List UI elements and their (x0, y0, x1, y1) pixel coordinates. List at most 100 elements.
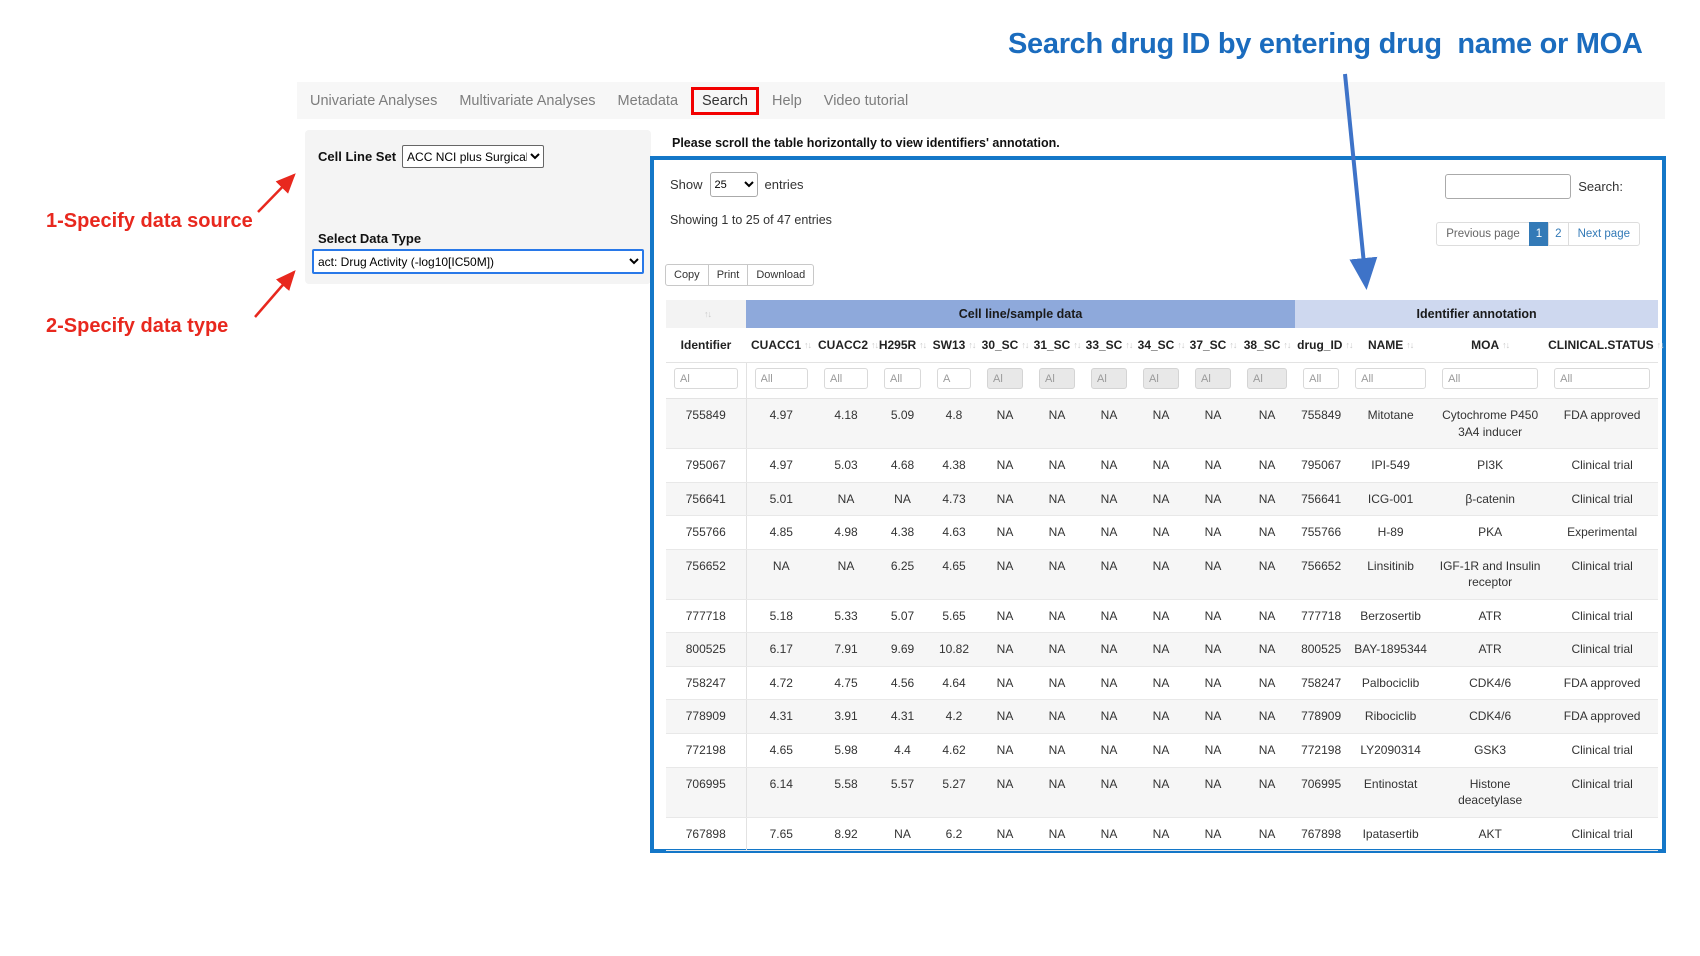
sort-icon[interactable]: ↑↓ (919, 340, 926, 350)
table-cell: Clinical trial (1546, 817, 1658, 851)
column-header-moa[interactable]: MOA↑↓ (1434, 328, 1546, 363)
table-cell: NA (1135, 767, 1187, 817)
sort-icon[interactable]: ↑↓ (1073, 340, 1080, 350)
sort-icon[interactable]: ↑↓ (1657, 340, 1664, 350)
sort-icon[interactable]: ↑↓ (1283, 340, 1290, 350)
column-header-34_sc[interactable]: 34_SC↑↓ (1135, 328, 1187, 363)
table-cell: 756641 (666, 482, 746, 516)
sort-icon[interactable]: ↑↓ (1345, 340, 1352, 350)
annotation-step2: 2-Specify data type (46, 315, 228, 338)
column-filter-input[interactable] (937, 368, 971, 389)
sort-icon[interactable]: ↑↓ (704, 309, 711, 319)
table-cell: NA (1187, 449, 1239, 483)
table-cell: NA (1135, 700, 1187, 734)
sort-icon[interactable]: ↑↓ (1125, 340, 1132, 350)
column-filter-input[interactable] (884, 368, 921, 389)
column-header-name[interactable]: NAME↑↓ (1347, 328, 1434, 363)
sort-icon[interactable]: ↑↓ (968, 340, 975, 350)
table-cell: NA (979, 599, 1031, 633)
column-filter-input[interactable] (824, 368, 868, 389)
column-filter-input[interactable] (1554, 368, 1650, 389)
entries-label: entries (765, 177, 804, 192)
table-cell: 9.69 (876, 633, 929, 667)
sort-icon[interactable]: ↑↓ (804, 340, 811, 350)
column-filter-input[interactable] (674, 368, 738, 389)
table-cell: NA (1031, 516, 1083, 550)
download-button[interactable]: Download (747, 264, 814, 286)
table-cell: 4.98 (816, 516, 876, 550)
table-row: 7557664.854.984.384.63NANANANANANA755766… (666, 516, 1658, 550)
nav-multivariate-analyses[interactable]: Multivariate Analyses (448, 87, 606, 115)
column-header-cuacc2[interactable]: CUACC2↑↓ (816, 328, 876, 363)
table-cell: 767898 (666, 817, 746, 851)
nav-search[interactable]: Search (691, 87, 759, 115)
table-cell: NA (1187, 599, 1239, 633)
identifier-sort-cell[interactable]: ↑↓ (666, 300, 746, 328)
nav-metadata[interactable]: Metadata (607, 87, 689, 115)
table-cell: CDK4/6 (1434, 666, 1546, 700)
sort-icon[interactable]: ↑↓ (871, 340, 878, 350)
column-filter-input (987, 368, 1023, 389)
sort-icon[interactable]: ↑↓ (1502, 340, 1509, 350)
column-header-33_sc[interactable]: 33_SC↑↓ (1083, 328, 1135, 363)
nav-univariate-analyses[interactable]: Univariate Analyses (299, 87, 448, 115)
column-header-clinical.status[interactable]: CLINICAL.STATUS↑↓ (1546, 328, 1658, 363)
table-cell: 5.65 (929, 599, 979, 633)
table-cell: 6.17 (746, 633, 816, 667)
column-header-drug_id[interactable]: drug_ID↑↓ (1295, 328, 1347, 363)
column-filter-input[interactable] (755, 368, 809, 389)
column-header-37_sc[interactable]: 37_SC↑↓ (1187, 328, 1239, 363)
table-cell: GSK3 (1434, 734, 1546, 768)
next-page-button[interactable]: Next page (1568, 222, 1640, 246)
column-filter-input[interactable] (1355, 368, 1426, 389)
page-2-button[interactable]: 2 (1548, 222, 1568, 246)
column-header-label: drug_ID (1297, 338, 1342, 352)
table-cell: NA (1187, 633, 1239, 667)
search-input[interactable] (1445, 174, 1571, 199)
table-cell: H-89 (1347, 516, 1434, 550)
table-cell: NA (1135, 482, 1187, 516)
table-cell: 795067 (666, 449, 746, 483)
column-filter-input[interactable] (1303, 368, 1339, 389)
copy-button[interactable]: Copy (665, 264, 709, 286)
print-button[interactable]: Print (708, 264, 749, 286)
sidebar-panel: Cell Line Set ACC NCI plus Surgical Sele… (305, 130, 651, 284)
table-cell: 4.68 (876, 449, 929, 483)
column-header-38_sc[interactable]: 38_SC↑↓ (1239, 328, 1295, 363)
cell-line-set-select[interactable]: ACC NCI plus Surgical (402, 145, 544, 168)
nav-help[interactable]: Help (761, 87, 813, 115)
table-cell: NA (1031, 599, 1083, 633)
page-1-button[interactable]: 1 (1529, 222, 1549, 246)
column-header-sw13[interactable]: SW13↑↓ (929, 328, 979, 363)
table-cell: 755766 (666, 516, 746, 550)
entries-per-page-select[interactable]: 25 (710, 172, 758, 197)
column-header-30_sc[interactable]: 30_SC↑↓ (979, 328, 1031, 363)
nav-video-tutorial[interactable]: Video tutorial (813, 87, 919, 115)
table-cell: 4.72 (746, 666, 816, 700)
table-cell: NA (1239, 700, 1295, 734)
table-row: 7558494.974.185.094.8NANANANANANA755849M… (666, 399, 1658, 449)
table-cell: NA (1083, 767, 1135, 817)
table-cell: NA (1083, 633, 1135, 667)
table-cell: 4.18 (816, 399, 876, 449)
table-cell: NA (1031, 633, 1083, 667)
table-cell: 7.91 (816, 633, 876, 667)
column-header-31_sc[interactable]: 31_SC↑↓ (1031, 328, 1083, 363)
previous-page-button[interactable]: Previous page (1436, 222, 1530, 246)
table-cell: 4.38 (929, 449, 979, 483)
table-cell: 778909 (1295, 700, 1347, 734)
table-cell: NA (979, 516, 1031, 550)
sort-icon[interactable]: ↑↓ (1406, 340, 1413, 350)
column-header-cuacc1[interactable]: CUACC1↑↓ (746, 328, 816, 363)
table-cell: NA (1239, 482, 1295, 516)
column-filter-input[interactable] (1442, 368, 1538, 389)
group-header-row: ↑↓ Cell line/sample data Identifier anno… (666, 300, 1658, 328)
sort-icon[interactable]: ↑↓ (1229, 340, 1236, 350)
sort-icon[interactable]: ↑↓ (1177, 340, 1184, 350)
column-header-identifier[interactable]: Identifier (666, 328, 746, 363)
sort-icon[interactable]: ↑↓ (1021, 340, 1028, 350)
column-header-h295r[interactable]: H295R↑↓ (876, 328, 929, 363)
data-type-select[interactable]: act: Drug Activity (-log10[IC50M]) (312, 249, 644, 274)
table-cell: 8.92 (816, 817, 876, 851)
table-cell: 706995 (1295, 767, 1347, 817)
